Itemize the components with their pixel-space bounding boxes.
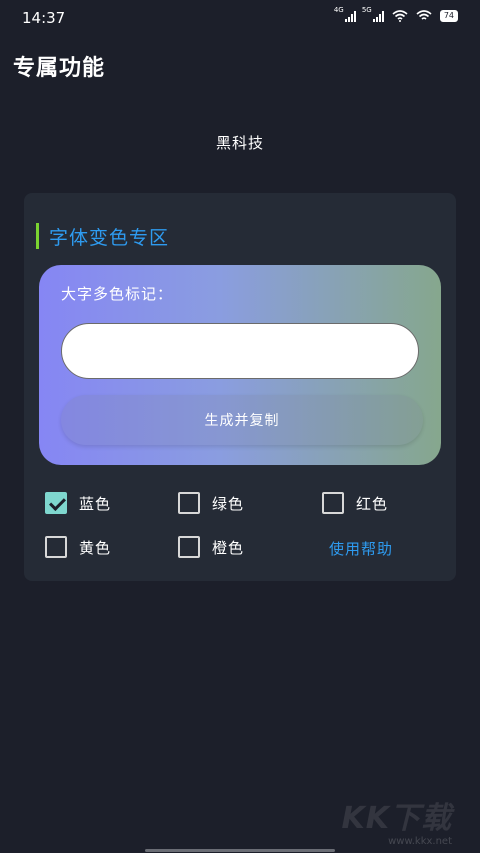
app-screen: 14:37 4G 5G 74 专属功能 黑科技 字体变色专区 大字多色标记： 生… (0, 0, 480, 853)
status-time: 14:37 (22, 9, 66, 27)
checkbox-yellow[interactable] (45, 536, 67, 558)
option-label: 绿色 (212, 494, 245, 513)
panel-label: 大字多色标记： (61, 285, 174, 303)
home-indicator[interactable] (145, 849, 335, 852)
wifi-icon (392, 10, 408, 22)
checkbox-green[interactable] (178, 492, 200, 514)
option-label: 黄色 (79, 538, 112, 557)
color-font-card: 字体变色专区 大字多色标记： 生成并复制 蓝色 绿色 红色 黄色 橙色 使用帮助 (24, 193, 456, 581)
watermark-url: www.kkx.net (388, 836, 452, 847)
signal-5g-label: 5G (361, 6, 372, 14)
hotspot-icon (416, 10, 432, 20)
signal-4g-label: 4G (333, 6, 344, 14)
section-header: 字体变色专区 (36, 223, 169, 249)
battery-icon: 74 (439, 10, 458, 22)
signal-4g-icon: 4G (334, 6, 356, 22)
text-input[interactable] (61, 323, 419, 379)
accent-bar (36, 223, 39, 249)
option-label: 蓝色 (79, 494, 112, 513)
checkbox-orange[interactable] (178, 536, 200, 558)
generate-copy-button[interactable]: 生成并复制 (61, 395, 423, 445)
signal-5g-icon: 5G (362, 6, 384, 22)
section-title: 字体变色专区 (49, 226, 170, 249)
watermark-logo: KK下载 (341, 801, 452, 836)
input-panel: 大字多色标记： 生成并复制 (39, 265, 441, 465)
option-red[interactable]: 红色 (322, 491, 388, 515)
option-label: 橙色 (212, 538, 245, 557)
option-green[interactable]: 绿色 (178, 491, 244, 515)
help-link[interactable]: 使用帮助 (329, 538, 393, 559)
subtitle: 黑科技 (215, 134, 264, 152)
status-icons: 4G 5G 74 (334, 6, 458, 22)
option-yellow[interactable]: 黄色 (45, 535, 111, 559)
option-orange[interactable]: 橙色 (178, 535, 244, 559)
option-blue[interactable]: 蓝色 (45, 491, 111, 515)
checkbox-red[interactable] (322, 492, 344, 514)
checkbox-blue[interactable] (45, 492, 67, 514)
page-title: 专属功能 (13, 56, 106, 81)
status-bar: 14:37 4G 5G 74 (0, 0, 480, 36)
option-label: 红色 (356, 494, 389, 513)
